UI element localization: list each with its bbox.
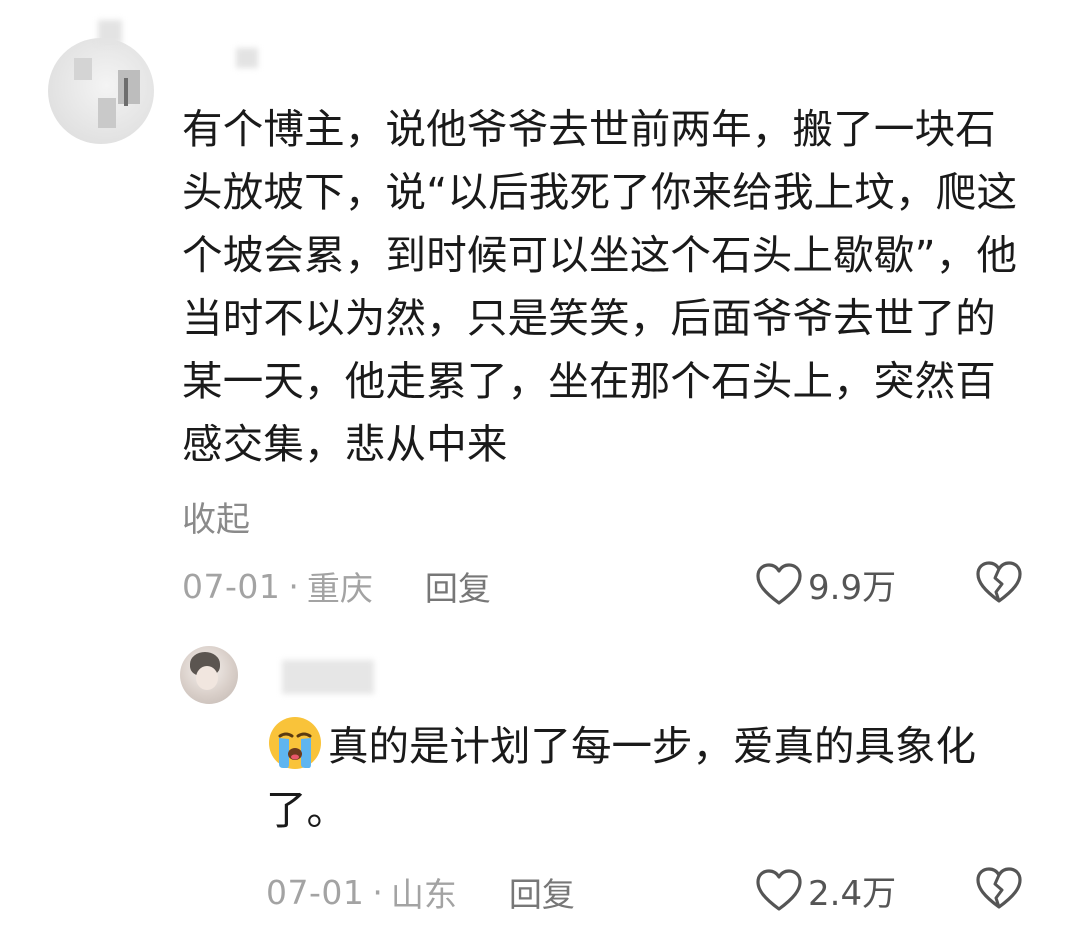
- reply-meta: 07-01 · 山东 回复: [266, 868, 575, 916]
- reply-date: 07-01: [266, 872, 365, 912]
- comment-location: 重庆: [306, 569, 373, 608]
- like-count: 9.9万: [808, 568, 897, 608]
- replier-avatar[interactable]: [180, 646, 238, 704]
- reply-location: 山东: [390, 875, 457, 914]
- broken-heart-icon[interactable]: [974, 560, 1024, 606]
- reply-like-count: 2.4万: [808, 874, 897, 914]
- reply-text: 真的是计划了每一步，爱真的具象化了。: [266, 722, 976, 834]
- comment-meta: 07-01 · 重庆 回复: [182, 562, 491, 610]
- collapse-link[interactable]: 收起: [182, 492, 250, 541]
- replier-name-redacted[interactable]: [282, 660, 374, 694]
- comment-date: 07-01: [182, 566, 281, 606]
- broken-heart-icon[interactable]: [974, 866, 1024, 912]
- meta-separator: ·: [288, 566, 299, 606]
- reply-to-reply-button[interactable]: 回复: [509, 868, 575, 916]
- commenter-avatar[interactable]: [48, 38, 154, 144]
- reply-button[interactable]: 回复: [425, 562, 491, 610]
- like-button[interactable]: 9.9万: [754, 560, 896, 609]
- reply-like-button[interactable]: 2.4万: [754, 866, 896, 915]
- commenter-name-redacted[interactable]: [98, 20, 122, 44]
- reply-text-block: 真的是计划了每一步，爱真的具象化了。: [266, 714, 1026, 842]
- loudly-crying-face-icon: [269, 717, 321, 769]
- commenter-name-redacted-2: [236, 48, 258, 68]
- meta-separator: ·: [372, 872, 383, 912]
- comment-text: 有个博主，说他爷爷去世前两年，搬了一块石头放坡下，说“以后我死了你来给我上坟，爬…: [182, 105, 1018, 468]
- heart-icon[interactable]: [754, 868, 804, 914]
- heart-icon[interactable]: [754, 562, 804, 608]
